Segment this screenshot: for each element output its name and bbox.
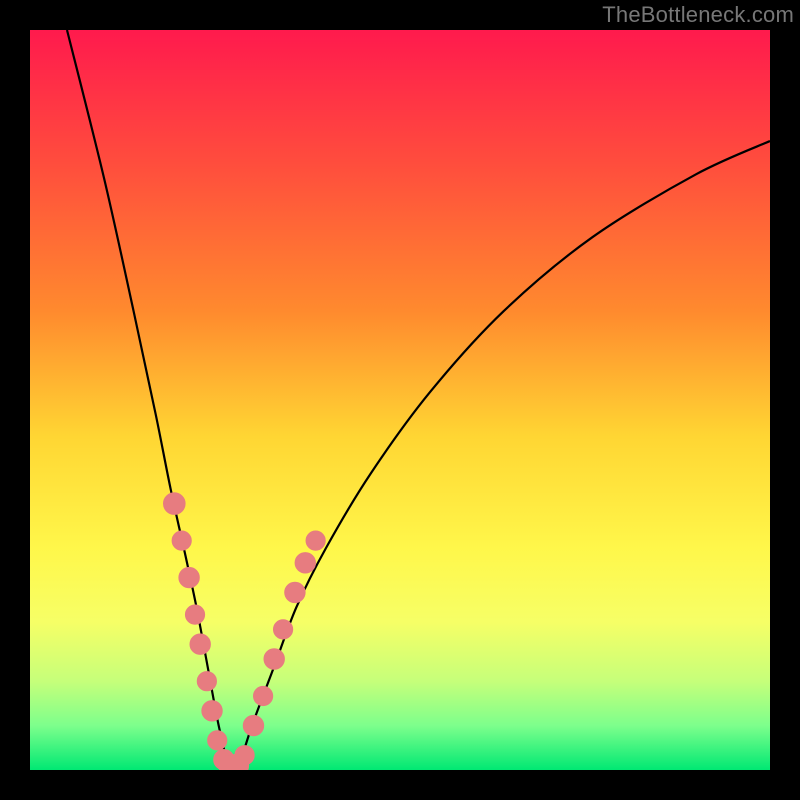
highlight-marker [190,634,210,654]
highlight-marker [295,553,315,573]
marker-group [164,493,326,770]
watermark-text: TheBottleneck.com [602,2,794,28]
highlight-marker [254,686,273,705]
highlight-marker [235,746,254,765]
highlight-marker [172,531,191,550]
highlight-marker [306,531,325,550]
plot-area [30,30,770,770]
highlight-marker [202,701,222,721]
highlight-marker [243,715,263,735]
highlight-marker [214,749,234,769]
highlight-marker [264,649,284,669]
highlight-marker [185,605,204,624]
highlight-marker [164,493,186,515]
highlight-marker [273,620,292,639]
chart-frame: TheBottleneck.com [0,0,800,800]
highlight-marker [208,731,227,750]
highlight-marker [226,754,249,770]
highlight-marker [285,582,305,602]
bottleneck-curve [67,30,770,770]
highlight-marker [179,567,199,587]
chart-svg [30,30,770,770]
highlight-marker [219,755,241,770]
highlight-marker [197,672,216,691]
